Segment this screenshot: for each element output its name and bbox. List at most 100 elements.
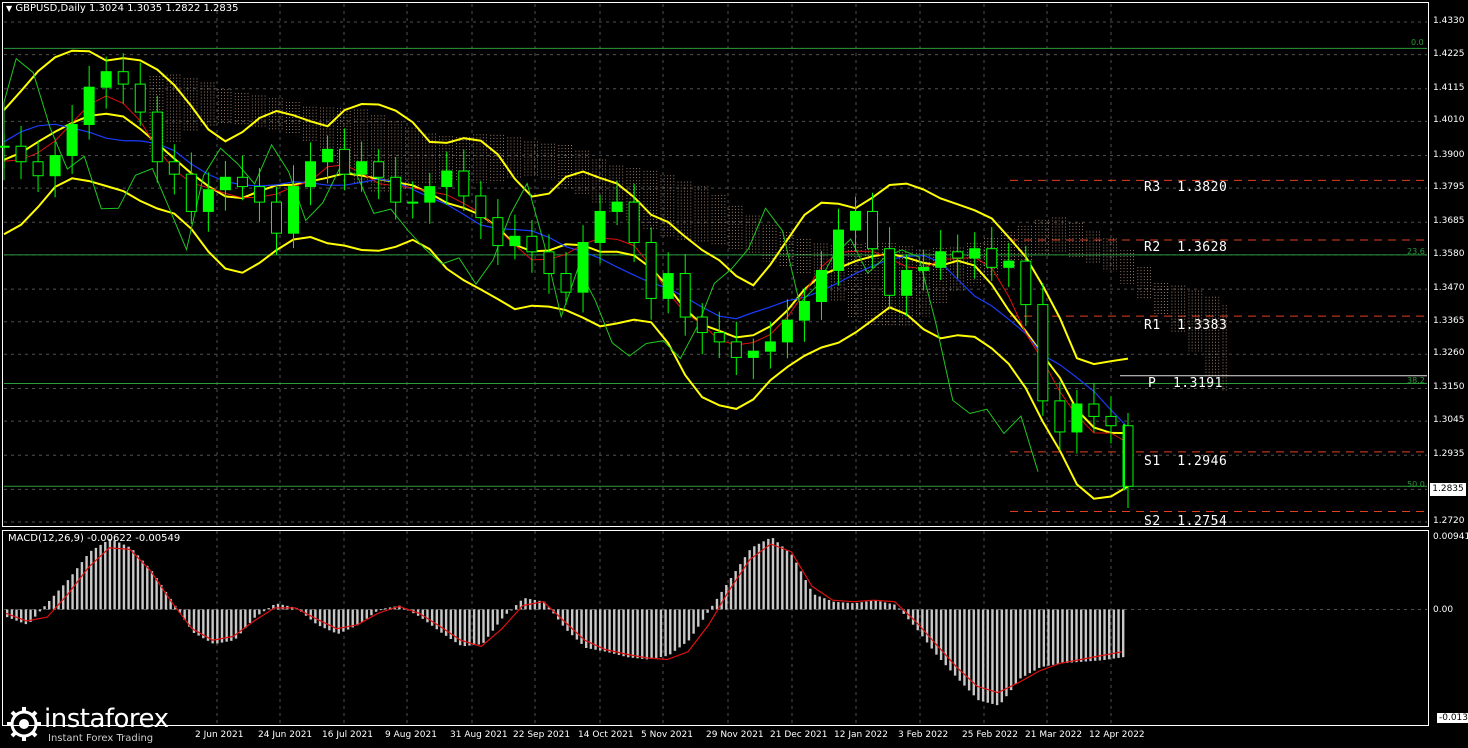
candle-body (577, 241, 589, 293)
pivot-r3-label: R3 1.3820 (1144, 180, 1228, 195)
macd-hist-bar (356, 609, 359, 626)
macd-hist-bar (323, 609, 326, 629)
macd-hist-bar (216, 609, 219, 644)
candle-body (1054, 400, 1066, 433)
macd-hist-bar (930, 609, 933, 649)
macd-hist-bar (795, 562, 798, 610)
macd-hist-bar (20, 609, 23, 623)
macd-hist-bar (631, 609, 635, 658)
macd-hist-bar (94, 547, 98, 610)
macd-hist-bar (122, 544, 126, 610)
macd-hist-bar (244, 609, 247, 629)
time-axis-label: 5 Nov 2021 (641, 730, 693, 740)
macd-hist-bar (683, 609, 686, 644)
macd-hist-bar (1019, 609, 1022, 679)
candle-body (49, 155, 61, 177)
macd-hist-bar (472, 609, 476, 646)
macd-chart[interactable] (0, 529, 1468, 729)
price-chart[interactable] (0, 0, 1468, 529)
macd-hist-bar (43, 606, 46, 610)
macd-hist-bar (1037, 609, 1041, 668)
price-axis-label: 1.3685 (1433, 216, 1465, 227)
macd-hist-bar (15, 609, 18, 621)
macd-hist-bar (925, 609, 929, 643)
macd-hist-bar (790, 554, 793, 610)
macd-axis-zero: 0.00 (1433, 605, 1454, 615)
macd-hist-bar (767, 538, 770, 610)
candle-body (32, 161, 44, 177)
macd-hist-bar (71, 574, 74, 610)
macd-hist-bar (524, 598, 527, 610)
macd-hist-bar (669, 609, 672, 655)
candle-body (1037, 304, 1049, 402)
macd-hist-bar (627, 609, 630, 658)
macd-hist-bar (883, 602, 887, 610)
candle-body (713, 332, 725, 343)
macd-hist-bar (332, 609, 336, 633)
price-axis-label: 1.3150 (1433, 382, 1465, 393)
macd-hist-bar (617, 609, 621, 656)
candle-body (492, 217, 504, 247)
macd-hist-bar (673, 609, 677, 651)
macd-hist-bar (127, 546, 130, 610)
time-axis-label: 31 Aug 2021 (450, 730, 508, 740)
macd-hist-bar (440, 609, 443, 633)
candle-body (781, 319, 793, 343)
macd-hist-bar (785, 550, 789, 610)
macd-hist-bar (855, 602, 859, 610)
macd-hist-bar (1089, 609, 1092, 662)
candle-body (356, 161, 368, 175)
macd-hist-bar (1103, 609, 1106, 660)
candle-body (458, 170, 470, 197)
macd-hist-bar (585, 609, 588, 649)
triangle-down-icon[interactable]: ▼ (6, 4, 12, 13)
macd-hist-bar (911, 609, 915, 625)
macd-hist-bar (426, 609, 429, 623)
candle-body (151, 111, 163, 163)
current-price-tag: 1.2835 (1430, 483, 1466, 496)
macd-hist-bar (771, 538, 775, 610)
macd-hist-bar (711, 605, 714, 610)
candle-body (15, 145, 27, 163)
macd-hist-bar (430, 609, 434, 626)
macd-hist-bar (566, 609, 569, 631)
fib-38-label: 38.2 (1407, 376, 1425, 385)
candle-body (952, 251, 964, 259)
macd-hist-bar (220, 609, 224, 643)
macd-hist-bar (1117, 609, 1120, 658)
price-axis-label: 1.4330 (1433, 16, 1465, 26)
candle-body (407, 201, 419, 204)
macd-hist-bar (342, 609, 345, 632)
macd-hist-bar (939, 609, 943, 660)
macd-hist-bar (34, 609, 37, 617)
macd-hist-bar (865, 601, 868, 610)
candle-body (832, 229, 844, 271)
macd-hist-bar (510, 609, 513, 611)
macd-hist-bar (1009, 609, 1013, 691)
candle-body (594, 210, 606, 243)
macd-hist-bar (141, 560, 144, 610)
macd-hist-bar (1005, 609, 1008, 697)
candle-body (509, 235, 521, 247)
macd-hist-bar (622, 609, 625, 657)
candle-body (322, 148, 334, 163)
macd-hist-bar (85, 555, 88, 610)
price-axis-label: 1.2720 (1433, 516, 1465, 526)
time-axis-label: 3 Feb 2022 (898, 730, 949, 740)
candle-body (969, 248, 981, 259)
macd-hist-bar (571, 609, 574, 636)
time-axis-label: 21 Dec 2021 (770, 730, 828, 740)
macd-hist-bar (921, 609, 924, 637)
macd-hist-bar (739, 564, 742, 610)
macd-hist-bar (1122, 609, 1125, 658)
symbol-ohlc-text: GBPUSD,Daily 1.3024 1.3035 1.2822 1.2835 (15, 3, 239, 14)
macd-hist-bar (146, 565, 149, 610)
macd-hist-bar (706, 609, 709, 613)
macd-hist-bar (38, 609, 42, 612)
macd-hist-bar (575, 609, 579, 640)
price-axis-label: 1.3795 (1433, 182, 1465, 193)
macd-hist-bar (314, 609, 317, 624)
candle-body (815, 269, 827, 303)
pivot-r1-label: R1 1.3383 (1144, 318, 1228, 333)
candle-body (0, 145, 10, 148)
